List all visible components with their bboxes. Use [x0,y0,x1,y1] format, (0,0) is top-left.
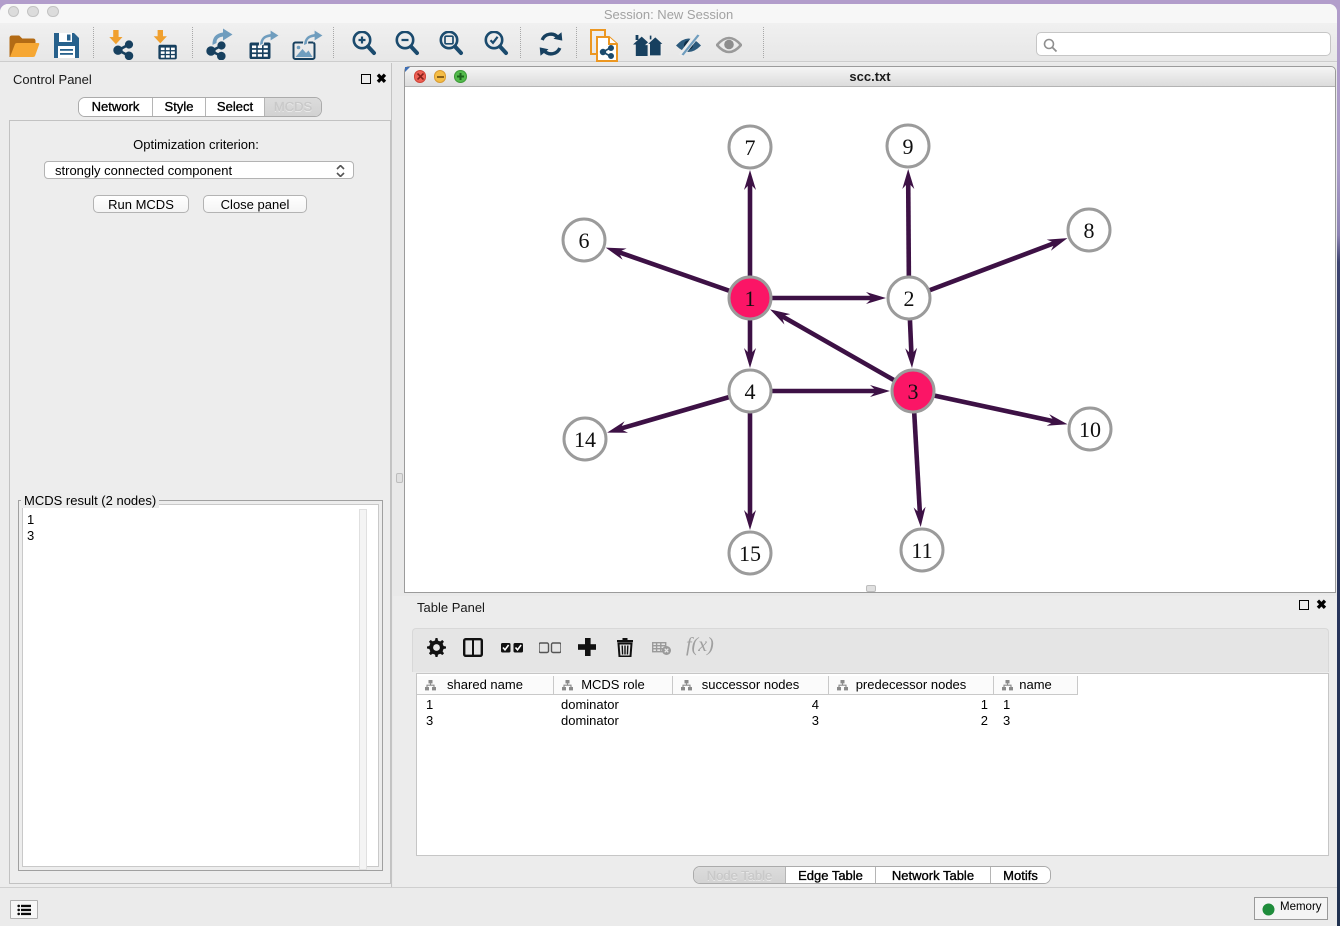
svg-text:8: 8 [1084,218,1095,243]
svg-text:1: 1 [745,286,756,311]
svg-text:6: 6 [579,228,590,253]
svg-text:10: 10 [1079,417,1101,442]
svg-text:2: 2 [904,286,915,311]
svg-text:11: 11 [911,538,932,563]
svg-text:f(x): f(x) [686,634,714,656]
svg-text:7: 7 [745,135,756,160]
svg-text:3: 3 [908,379,919,404]
svg-text:15: 15 [739,541,761,566]
svg-text:9: 9 [903,134,914,159]
svg-text:14: 14 [574,427,596,452]
svg-text:4: 4 [745,379,756,404]
